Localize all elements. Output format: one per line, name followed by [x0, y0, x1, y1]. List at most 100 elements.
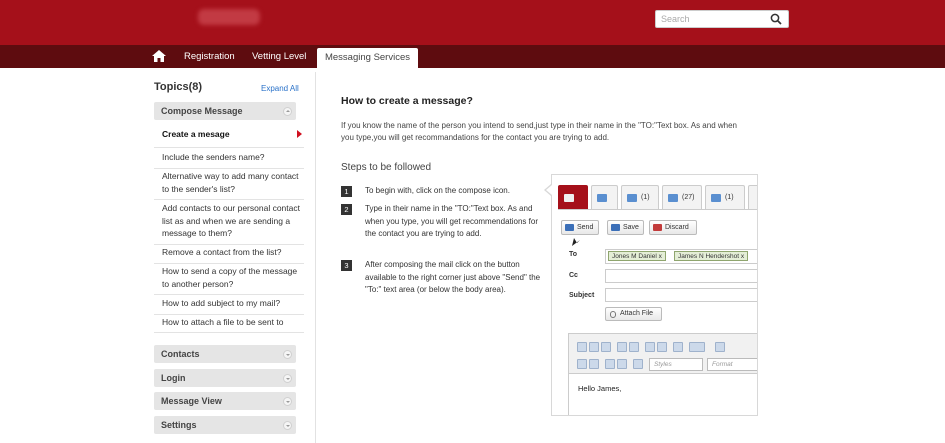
expand-all-link[interactable]: Expand All — [261, 84, 299, 93]
send-button: Send — [561, 220, 599, 235]
nav-registration[interactable]: Registration — [184, 51, 235, 62]
discard-label: Discard — [665, 224, 689, 231]
find-icon — [645, 342, 655, 352]
topic-label: How to add subject to my mail? — [162, 298, 281, 308]
bulleted-list-icon — [589, 359, 599, 369]
home-icon[interactable] — [152, 50, 166, 62]
topic-label: Add contacts to our personal contact lis… — [162, 203, 300, 238]
step-text: After composing the mail click on the bu… — [365, 260, 541, 294]
paste-icon — [577, 342, 587, 352]
chevron-down-icon[interactable] — [283, 397, 292, 406]
save-button: Save — [607, 220, 644, 235]
step-text: To begin with, click on the compose icon… — [365, 186, 510, 195]
topic-label: Remove a contact from the list? — [162, 247, 282, 257]
panel-contacts[interactable]: Contacts — [154, 345, 296, 363]
topic-item[interactable]: How to attach a file to be sent to — [154, 316, 304, 333]
ribbon-button — [748, 185, 757, 209]
search-box[interactable] — [655, 10, 789, 28]
spellcheck-icon — [689, 342, 705, 352]
topic-label: How to send a copy of the message to ano… — [162, 266, 298, 289]
chevron-up-icon[interactable] — [283, 107, 292, 116]
logo — [198, 9, 260, 25]
topics-title: Topics(8) — [154, 81, 203, 93]
topic-item[interactable]: How to add subject to my mail? — [154, 297, 304, 315]
undo-icon — [617, 342, 627, 352]
topic-item[interactable]: Remove a contact from the list? — [154, 246, 304, 264]
recipient-chip: Jones M Daniel x — [608, 251, 666, 261]
styles-select: Styles — [649, 358, 703, 371]
topic-item[interactable]: Create a mesage — [154, 128, 304, 148]
save-label: Save — [623, 224, 639, 231]
format-select: Format — [707, 358, 757, 371]
topic-label: Include the senders name? — [162, 152, 265, 162]
panel-label: Contacts — [161, 349, 200, 359]
editor-toolbar: Styles Format — [569, 334, 757, 374]
intro-paragraph: If you know the name of the person you i… — [341, 121, 737, 142]
panel-settings[interactable]: Settings — [154, 416, 296, 434]
numbered-list-icon — [577, 359, 587, 369]
send-mail-icon — [711, 194, 721, 202]
topic-item[interactable]: Add contacts to our personal contact lis… — [154, 202, 304, 245]
subject-label: Subject — [569, 292, 595, 299]
panel-login[interactable]: Login — [154, 369, 296, 387]
topic-label: Create a mesage — [162, 129, 230, 139]
mail-icon — [627, 194, 637, 202]
attach-file-button: Attach File — [605, 307, 662, 321]
chevron-right-icon — [297, 130, 302, 138]
panel-message-view[interactable]: Message View — [154, 392, 296, 410]
chevron-down-icon[interactable] — [283, 350, 292, 359]
select-all-icon — [673, 342, 683, 352]
compose-icon — [558, 185, 588, 209]
step-number: 3 — [341, 260, 352, 271]
paste-text-icon — [589, 342, 599, 352]
topic-label: Alternative way to add many contact to t… — [162, 171, 299, 194]
compose-glyph-icon — [564, 194, 574, 202]
send-label: Send — [577, 224, 594, 231]
panel-compose-message[interactable]: Compose Message — [154, 102, 296, 120]
subject-field — [605, 288, 757, 302]
topic-item[interactable]: Include the senders name? — [154, 151, 304, 169]
chevron-down-icon[interactable] — [283, 374, 292, 383]
topic-label: How to attach a file to be sent to — [162, 317, 284, 327]
compose-illustration: (1) (27) (1) Send Save Discard To Jones … — [551, 174, 758, 416]
divider — [315, 72, 316, 443]
nav-vetting-level[interactable]: Vetting Level — [252, 51, 306, 62]
inbox-icon — [591, 185, 618, 209]
step-number: 1 — [341, 186, 352, 197]
step-number: 2 — [341, 204, 352, 215]
redo-icon — [629, 342, 639, 352]
attach-label: Attach File — [620, 310, 654, 317]
search-input[interactable] — [656, 11, 766, 27]
app-header — [0, 0, 945, 45]
cursor-icon — [572, 238, 580, 246]
topic-item[interactable]: How to send a copy of the message to ano… — [154, 265, 304, 295]
ribbon: (1) (27) (1) — [558, 185, 757, 210]
send-icon — [565, 224, 574, 231]
ribbon-count: (27) — [682, 194, 695, 201]
replace-icon — [657, 342, 667, 352]
folder-icon — [668, 194, 678, 202]
discard-button: Discard — [649, 220, 697, 235]
search-icon[interactable] — [770, 13, 782, 25]
topic-item[interactable]: Alternative way to add many contact to t… — [154, 170, 304, 200]
step-text: Type in their name in the "TO:"Text box.… — [365, 204, 538, 238]
ribbon-count: (1) — [641, 194, 650, 201]
panel-label: Message View — [161, 396, 222, 406]
to-field: Jones M Daniel x James N Hendershot x — [605, 249, 757, 264]
indent-icon — [617, 359, 627, 369]
ribbon-button: (27) — [662, 185, 702, 209]
ribbon-button: (1) — [621, 185, 659, 209]
ribbon-count: (1) — [725, 194, 734, 201]
chevron-down-icon[interactable] — [283, 421, 292, 430]
paste-word-icon — [601, 342, 611, 352]
panel-label: Login — [161, 373, 186, 383]
paperclip-icon — [610, 311, 616, 318]
ribbon-button: (1) — [705, 185, 745, 209]
cc-label: Cc — [569, 272, 578, 279]
recipient-chip: James N Hendershot x — [674, 251, 749, 261]
callout-pointer-inner — [546, 185, 552, 195]
tab-messaging-services[interactable]: Messaging Services — [317, 48, 418, 68]
editor-body-text: Hello James, — [578, 384, 622, 393]
panel-label: Compose Message — [161, 106, 243, 116]
panel-label: Settings — [161, 420, 197, 430]
